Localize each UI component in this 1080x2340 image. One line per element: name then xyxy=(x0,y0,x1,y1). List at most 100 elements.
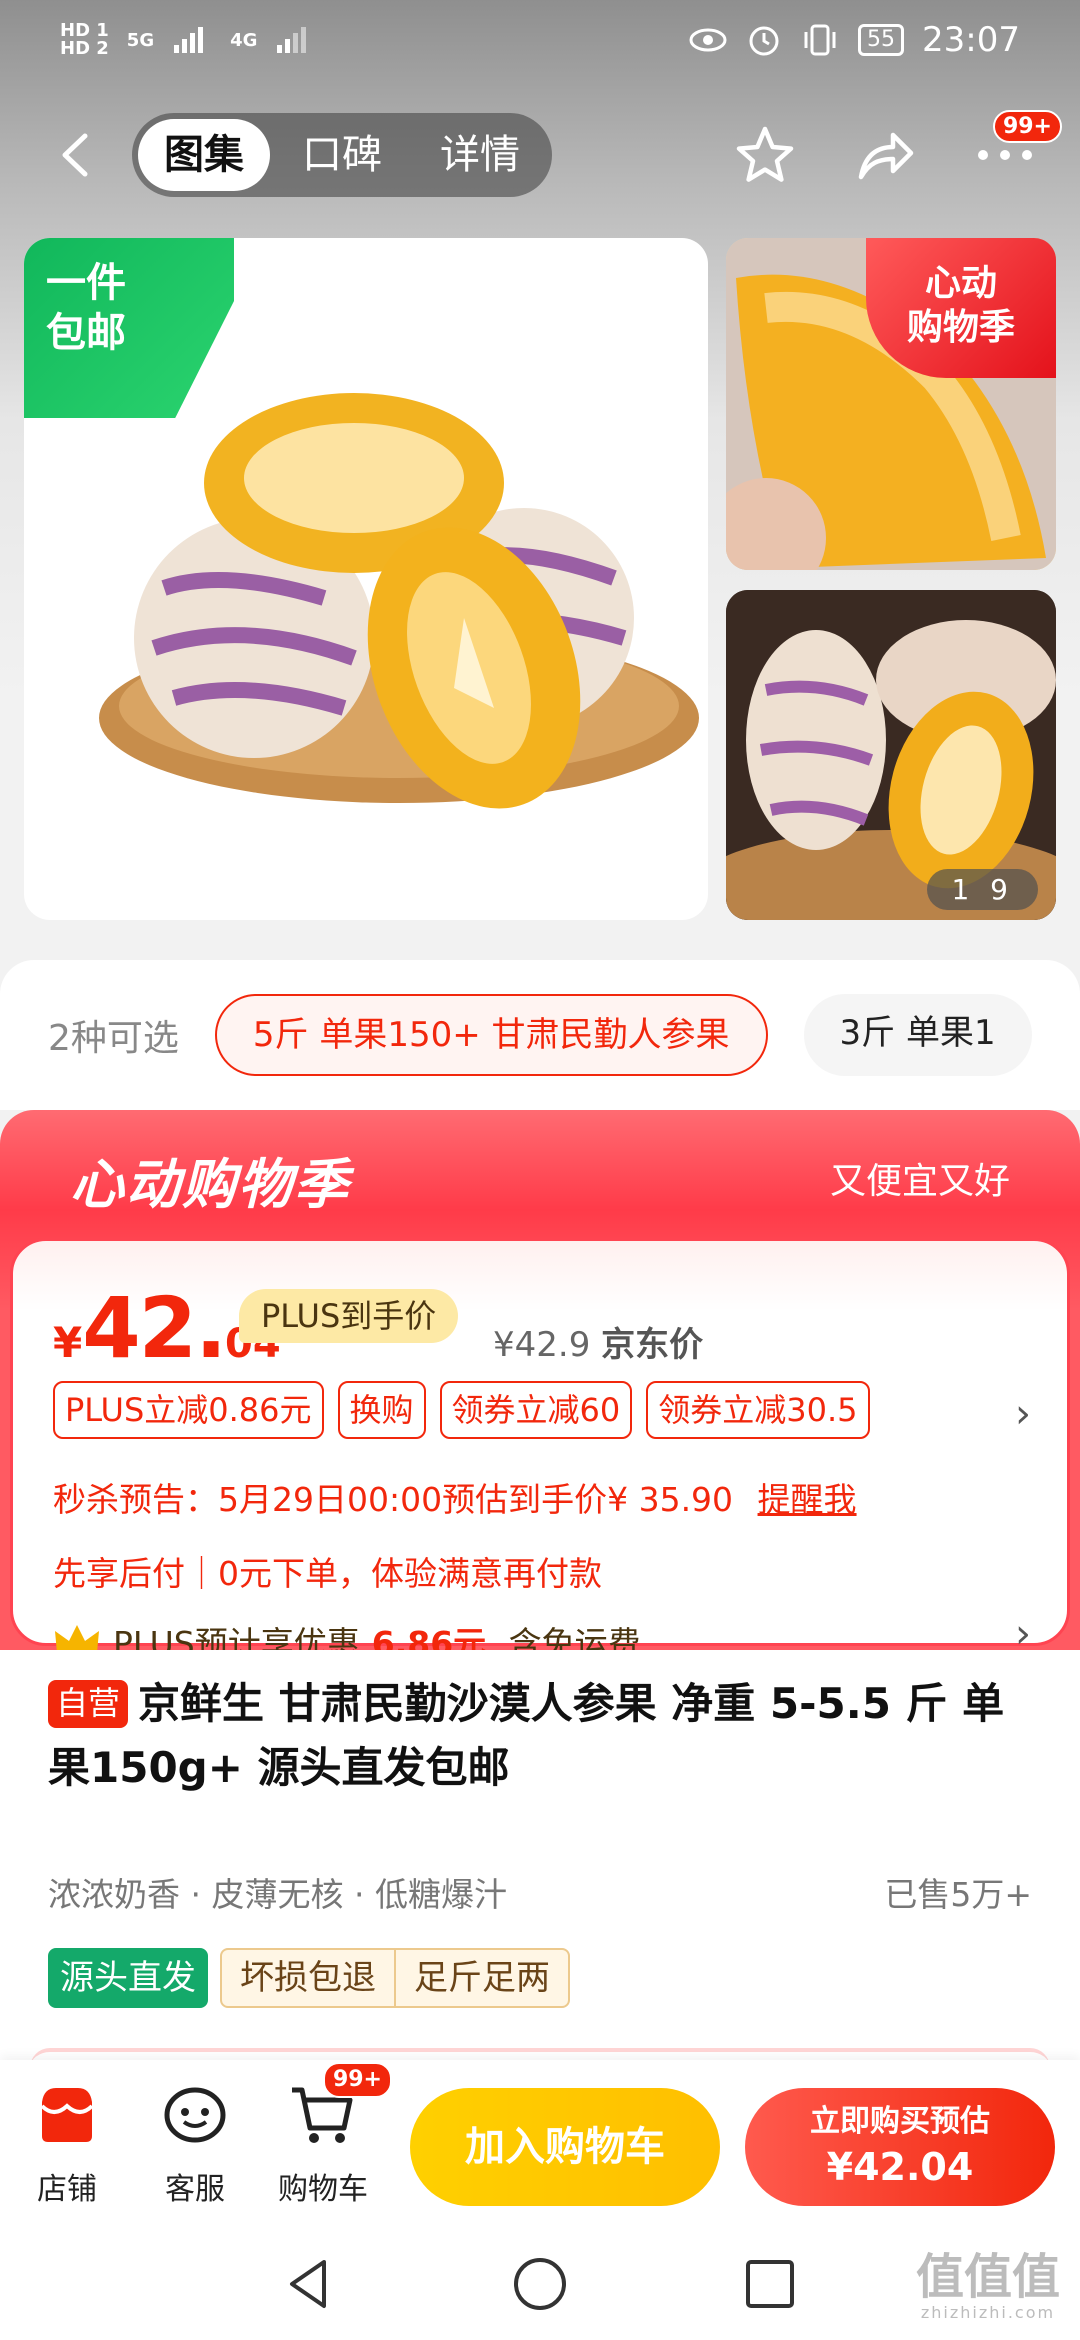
event-tag: 心动 购物季 xyxy=(866,238,1056,378)
self-operated-badge: 自营 xyxy=(48,1680,129,1728)
nav-recents-icon[interactable] xyxy=(740,2254,800,2314)
promo-banner: 心动购物季 又便宜又好 ¥ 42. 04 PLUS到手价 ¥42.9 京东价 P… xyxy=(0,1110,1080,1650)
nav-back-icon[interactable] xyxy=(278,2254,338,2314)
more-icon xyxy=(978,150,1032,160)
signal-bars-icon xyxy=(174,27,204,53)
watermark-sub: zhizhizhi.com xyxy=(920,2303,1056,2322)
plus-price-tag: PLUS到手价 xyxy=(239,1289,459,1343)
sold-count: 已售5万+ xyxy=(884,1875,1032,1914)
service-tags: 源头直发 坏损包退 足斤足两 xyxy=(48,1948,570,2008)
share-button[interactable] xyxy=(850,120,920,190)
favorite-button[interactable] xyxy=(730,120,800,190)
counter-current: 1 xyxy=(951,873,976,906)
back-arrow-icon xyxy=(62,133,88,177)
hd2-label: HD 2 xyxy=(60,38,109,59)
eye-icon xyxy=(689,28,727,52)
cart-icon: 99+ xyxy=(288,2062,392,2150)
event-tag-line1: 心动 xyxy=(924,263,997,304)
battery-indicator: 55 xyxy=(858,24,905,56)
customer-service-button[interactable]: 客服 xyxy=(140,2080,250,2208)
nav-header: 图集 口碑 详情 99+ xyxy=(0,110,1080,200)
service-tag-guarantee[interactable]: 坏损包退 足斤足两 xyxy=(220,1948,570,2008)
watermark: 值值值 zhizhizhi.com xyxy=(916,2250,1060,2322)
shop-icon xyxy=(32,2080,102,2150)
variant-chip[interactable]: 3斤 单果1 xyxy=(803,994,1032,1076)
watermark-main: 值值值 xyxy=(915,2249,1060,2305)
variant-chip-selected[interactable]: 5斤 单果150+ 甘肃民勤人参果 xyxy=(214,994,768,1076)
signal-bars-2-icon xyxy=(277,27,307,53)
flash-sale-text: 秒杀预告：5月29日00:00预估到手价¥ 35.90 xyxy=(53,1480,734,1519)
hd-indicator: HD 1 HD 2 xyxy=(60,22,109,58)
free-shipping-line2: 包邮 xyxy=(46,310,126,356)
plus-benefit[interactable]: PLUS预计享优惠 6.86元 ,含免运费 xyxy=(53,1617,641,1650)
discount-tags[interactable]: PLUS立减0.86元 换购 领券立减60 领券立减30.5 xyxy=(53,1381,870,1439)
cart-label: 购物车 xyxy=(278,2172,368,2207)
back-button[interactable] xyxy=(40,120,110,190)
counter-total: 9 xyxy=(990,873,1014,906)
buy-now-button[interactable]: 立即购买预估 ¥42.04 xyxy=(745,2088,1055,2206)
plus-benefit-suffix: ,含免运费 xyxy=(498,1624,641,1650)
chevron-right-icon[interactable]: › xyxy=(1015,1611,1031,1650)
status-right: 55 23:07 xyxy=(688,20,1020,60)
bottom-action-bar: 店铺 客服 99+ 购物车 加入购物车 立即购买预估 ¥42.04 xyxy=(0,2060,1080,2230)
flash-sale-notice: 秒杀预告：5月29日00:00预估到手价¥ 35.90 提醒我 xyxy=(53,1473,857,1521)
header-actions: 99+ xyxy=(730,110,1062,200)
shop-button[interactable]: 店铺 xyxy=(12,2080,122,2208)
net1-label: 5G xyxy=(126,29,155,51)
buy-now-price: ¥42.04 xyxy=(826,2145,974,2189)
jd-price-label: 京东价 xyxy=(601,1325,704,1365)
more-button[interactable]: 99+ xyxy=(970,110,1062,190)
tab-gallery[interactable]: 图集 xyxy=(138,119,270,191)
price-symbol: ¥ xyxy=(53,1318,83,1367)
buy-now-label: 立即购买预估 xyxy=(810,2104,990,2139)
free-shipping-line1: 一件 xyxy=(46,260,126,306)
variant-count: 2种可选 xyxy=(48,1018,179,1059)
add-to-cart-button[interactable]: 加入购物车 xyxy=(410,2088,720,2206)
tab-details[interactable]: 详情 xyxy=(414,119,546,191)
gallery-thumb-2[interactable]: 1 9 xyxy=(726,590,1056,920)
plus-benefit-prefix: PLUS预计享优惠 xyxy=(113,1624,360,1650)
product-features: 浓浓奶香 · 皮薄无核 · 低糖爆汁 xyxy=(48,1875,507,1914)
service-damage-refund: 坏损包退 xyxy=(240,1958,376,1998)
crown-icon xyxy=(55,1625,99,1650)
alarm-icon xyxy=(749,26,779,56)
promo-title: 心动购物季 xyxy=(70,1153,350,1216)
event-tag-line2: 购物季 xyxy=(906,307,1015,348)
discount-tag-coupon60[interactable]: 领券立减60 xyxy=(439,1381,633,1439)
shop-label: 店铺 xyxy=(37,2172,97,2207)
gallery-counter: 1 9 xyxy=(927,869,1038,910)
plus-benefit-amount: 6.86元 xyxy=(371,1624,487,1650)
jd-price: ¥42.9 京东价 xyxy=(493,1317,703,1366)
product-info: 自营 京鲜生 甘肃民勤沙漠人参果 净重 5-5.5 斤 单果150g+ 源头直发包… xyxy=(0,1650,1080,2060)
gallery-thumb-1[interactable]: 心动 购物季 xyxy=(726,238,1056,570)
service-full-weight: 足斤足两 xyxy=(394,1950,568,2006)
promo-subtitle: 又便宜又好 xyxy=(829,1161,1010,1202)
pay-later-notice[interactable]: 先享后付｜0元下单，体验满意再付款 xyxy=(53,1547,602,1595)
variant-selector: 2种可选 5斤 单果150+ 甘肃民勤人参果 3斤 单果1 xyxy=(0,960,1080,1110)
nav-home-icon[interactable] xyxy=(510,2254,570,2314)
remind-me-link[interactable]: 提醒我 xyxy=(758,1480,857,1519)
more-badge: 99+ xyxy=(992,110,1062,143)
discount-tag-coupon305[interactable]: 领券立减30.5 xyxy=(646,1381,870,1439)
service-label: 客服 xyxy=(165,2172,225,2207)
chevron-right-icon[interactable]: › xyxy=(1015,1391,1031,1437)
product-title-text: 京鲜生 甘肃民勤沙漠人参果 净重 5-5.5 斤 单果150g+ 源头直发包邮 xyxy=(48,1679,1005,1792)
jd-price-value: ¥42.9 xyxy=(493,1325,591,1365)
price-card: ¥ 42. 04 PLUS到手价 ¥42.9 京东价 PLUS立减0.86元 换… xyxy=(10,1238,1070,1650)
chat-smile-icon xyxy=(160,2080,230,2150)
cart-button[interactable]: 99+ 购物车 xyxy=(268,2062,392,2208)
product-title: 自营 京鲜生 甘肃民勤沙漠人参果 净重 5-5.5 斤 单果150g+ 源头直发包… xyxy=(48,1672,1038,1800)
status-bar: HD 1 HD 2 5G 4G 55 23:07 xyxy=(0,0,1080,80)
section-tabs: 图集 口碑 详情 xyxy=(132,113,552,197)
signal-group: HD 1 HD 2 5G 4G xyxy=(60,22,315,58)
gallery-main-image[interactable]: 一件 包邮 xyxy=(24,238,708,920)
discount-tag-plus[interactable]: PLUS立减0.86元 xyxy=(53,1381,324,1439)
cart-badge: 99+ xyxy=(322,2062,392,2098)
vibrate-icon xyxy=(804,24,836,56)
share-icon xyxy=(858,132,914,180)
tab-reviews[interactable]: 口碑 xyxy=(276,119,408,191)
discount-tag-exchange[interactable]: 换购 xyxy=(337,1381,426,1439)
clock: 23:07 xyxy=(922,20,1020,60)
price-integer: 42. xyxy=(82,1279,227,1377)
net2-label: 4G xyxy=(230,29,258,51)
